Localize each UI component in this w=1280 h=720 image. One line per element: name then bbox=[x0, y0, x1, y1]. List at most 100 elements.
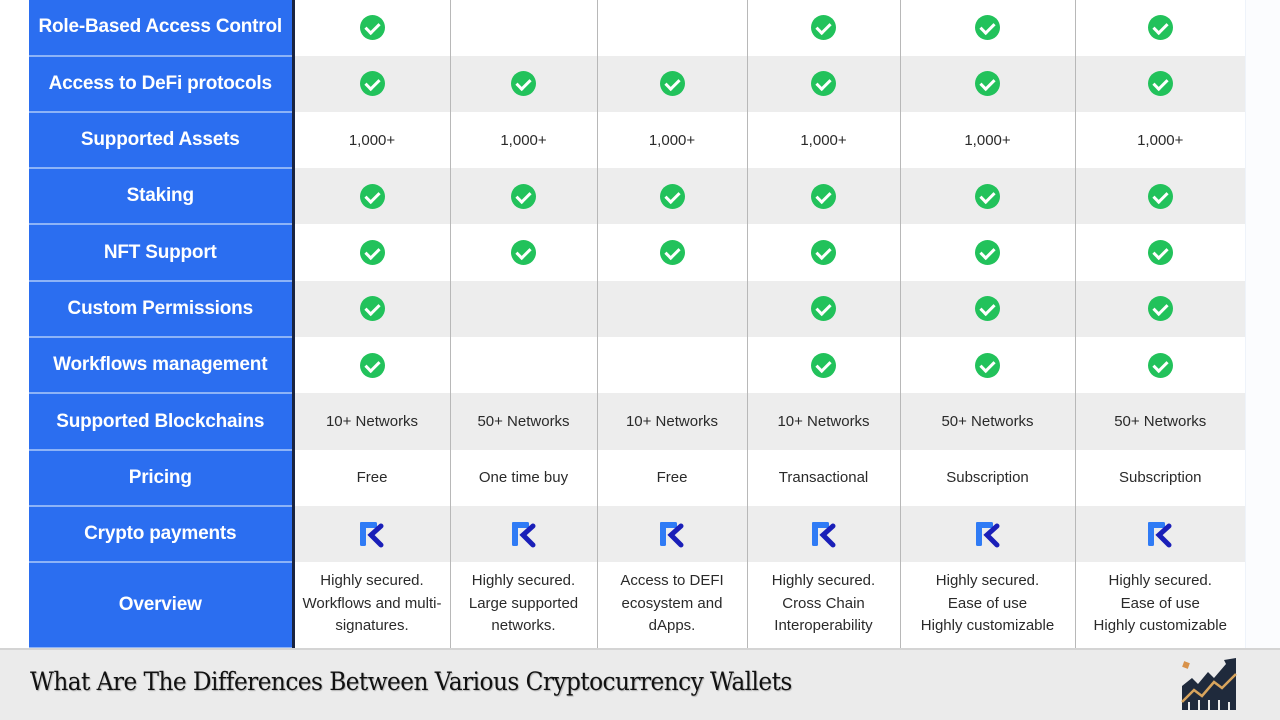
table-cell: Highly secured. Large supported networks… bbox=[449, 562, 597, 648]
check-circle-icon bbox=[1147, 352, 1173, 378]
check-circle-icon bbox=[1147, 183, 1173, 209]
row-label: NFT Support bbox=[29, 224, 295, 282]
check-circle-icon bbox=[975, 296, 1000, 322]
table-cell bbox=[1074, 224, 1245, 281]
table-cell bbox=[293, 0, 450, 56]
table-cell: 1,000+ bbox=[1074, 111, 1245, 169]
request-r-logo-icon bbox=[975, 520, 1001, 548]
cell-text: Highly secured. Cross Chain Interoperabi… bbox=[771, 572, 876, 635]
cell-text: Subscription bbox=[1118, 469, 1202, 487]
cell-text: Free bbox=[356, 469, 388, 487]
table-cell bbox=[746, 280, 900, 338]
table-row: Pricing Free One time buy Free Transactional… bbox=[29, 449, 1245, 507]
check-circle-icon bbox=[1147, 296, 1173, 322]
row-label: Custom Permissions bbox=[29, 280, 295, 339]
check-circle-icon bbox=[659, 71, 685, 97]
table-cell bbox=[293, 168, 450, 225]
table-cell bbox=[899, 337, 1075, 394]
table-cell: Subscription bbox=[1074, 449, 1245, 506]
cell-text: Transactional bbox=[778, 469, 869, 487]
table-cell: Subscription bbox=[899, 449, 1075, 506]
table-cell: Transactional bbox=[746, 449, 900, 506]
check-circle-icon bbox=[975, 352, 1000, 378]
row-label: Workflows management bbox=[29, 337, 295, 395]
row-label: Crypto payments bbox=[29, 505, 295, 564]
table-cell: Highly secured. Cross Chain Interoperabi… bbox=[746, 562, 900, 648]
table-cell: Highly secured. Ease of use Highly custo… bbox=[899, 562, 1075, 648]
table-cell bbox=[293, 280, 450, 338]
check-circle-icon bbox=[511, 71, 536, 97]
check-circle-icon bbox=[359, 352, 385, 378]
check-circle-icon bbox=[1147, 240, 1173, 266]
table-cell bbox=[596, 55, 747, 112]
table-cell bbox=[1074, 280, 1245, 338]
table-cell: 1,000+ bbox=[899, 111, 1075, 169]
table-row: Supported Assets 1,000+ 1,000+ 1,000+ 1,000+… bbox=[29, 111, 1245, 170]
cell-text: 10+ Networks bbox=[777, 413, 870, 431]
check-circle-icon bbox=[975, 14, 1000, 40]
table-cell: 1,000+ bbox=[449, 111, 597, 169]
check-circle-icon bbox=[359, 296, 385, 322]
table-cell: 10+ Networks bbox=[293, 393, 450, 450]
table-cell: Access to DEFI ecosystem and dApps. bbox=[596, 562, 747, 648]
table-cell bbox=[449, 55, 597, 112]
table-cell: 50+ Networks bbox=[449, 393, 597, 450]
right-margin bbox=[1245, 0, 1280, 648]
cell-text: 50+ Networks bbox=[477, 413, 570, 431]
request-r-logo-icon bbox=[811, 520, 837, 548]
table-cell bbox=[449, 0, 597, 56]
table-cell bbox=[449, 337, 597, 394]
table-cell: Highly secured. Ease of use Highly custo… bbox=[1074, 562, 1245, 648]
cell-text: Access to DEFI ecosystem and dApps. bbox=[620, 572, 724, 635]
cell-text: Highly secured. Ease of use Highly custo… bbox=[1093, 572, 1227, 635]
check-circle-icon bbox=[511, 183, 536, 209]
table-cell bbox=[746, 224, 900, 281]
row-label: Staking bbox=[29, 168, 295, 226]
table-cell bbox=[1074, 0, 1245, 56]
check-circle-icon bbox=[359, 14, 385, 40]
table-cell bbox=[746, 337, 900, 394]
check-circle-icon bbox=[359, 240, 385, 266]
table-cell bbox=[293, 224, 450, 281]
cell-text: Highly secured. Ease of use Highly custo… bbox=[920, 572, 1055, 635]
table-cell bbox=[899, 0, 1075, 56]
cell-text: Free bbox=[656, 469, 688, 487]
table-cell bbox=[746, 55, 900, 112]
row-label: Supported Blockchains bbox=[29, 393, 295, 451]
table-cell bbox=[899, 168, 1075, 225]
request-r-logo-icon bbox=[1147, 520, 1173, 548]
table-cell bbox=[596, 168, 747, 225]
table-cell: 1,000+ bbox=[293, 111, 450, 169]
table-cell bbox=[746, 168, 900, 225]
check-circle-icon bbox=[811, 240, 836, 266]
row-label: Access to DeFi protocols bbox=[29, 55, 295, 113]
table-cell: 1,000+ bbox=[746, 111, 900, 169]
table-row: Staking bbox=[29, 168, 1245, 226]
row-label: Role-Based Access Control bbox=[29, 0, 295, 57]
check-circle-icon bbox=[659, 183, 685, 209]
table-cell bbox=[746, 505, 900, 563]
cell-text: 10+ Networks bbox=[325, 413, 419, 431]
check-circle-icon bbox=[975, 240, 1000, 266]
table-cell bbox=[596, 505, 747, 563]
cell-text: 1,000+ bbox=[500, 131, 547, 149]
cell-text: 1,000+ bbox=[648, 131, 696, 149]
table-row: NFT Support bbox=[29, 224, 1245, 282]
check-circle-icon bbox=[359, 183, 385, 209]
table-row: Crypto payments bbox=[29, 505, 1245, 564]
cell-text: Highly secured. Workflows and multi- sig… bbox=[302, 572, 442, 635]
table-cell bbox=[899, 280, 1075, 338]
table-cell bbox=[449, 168, 597, 225]
check-circle-icon bbox=[1147, 71, 1173, 97]
cell-text: 1,000+ bbox=[964, 131, 1011, 149]
table-cell bbox=[293, 337, 450, 394]
table-cell bbox=[1074, 168, 1245, 225]
growth-chart-logo-icon[interactable] bbox=[1178, 656, 1240, 712]
article-title: What Are The Differences Between Various… bbox=[30, 667, 792, 696]
table-cell bbox=[449, 505, 597, 563]
check-circle-icon bbox=[811, 183, 836, 209]
table-cell bbox=[596, 337, 747, 394]
check-circle-icon bbox=[811, 14, 836, 40]
comparison-image: Role-Based Access Control Access to DeFi … bbox=[0, 0, 1280, 648]
table-cell bbox=[746, 0, 900, 56]
